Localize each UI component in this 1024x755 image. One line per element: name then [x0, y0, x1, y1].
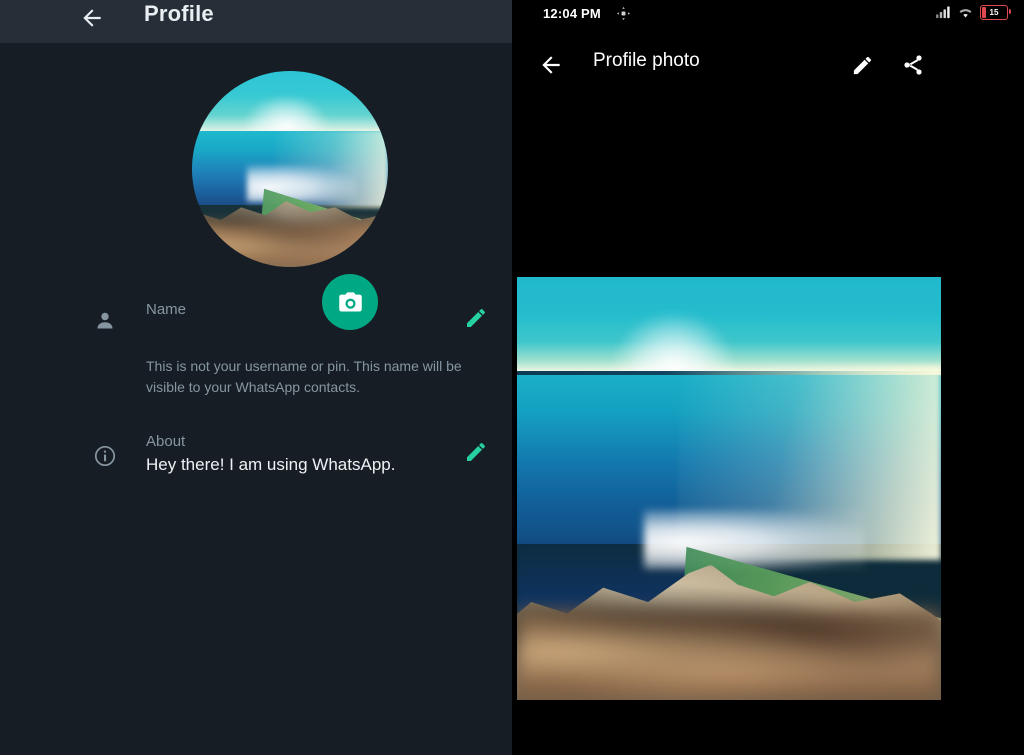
battery-fill — [982, 7, 986, 18]
status-time: 12:04 PM — [543, 6, 601, 21]
about-row[interactable]: About Hey there! I am using WhatsApp. — [0, 432, 512, 482]
photo-blurred-band — [517, 611, 941, 700]
pencil-icon — [467, 309, 485, 327]
arrow-left-icon — [542, 56, 560, 74]
share-photo-button[interactable] — [898, 50, 928, 80]
photo-cloud — [644, 509, 865, 569]
battery-level: 15 — [989, 7, 999, 17]
photo-appbar: Profile photo — [512, 42, 1024, 88]
person-icon-wrap — [88, 304, 122, 338]
share-icon — [904, 55, 922, 75]
about-label: About — [146, 433, 186, 450]
avatar-cloud — [246, 165, 357, 203]
profile-appbar: Profile — [0, 0, 512, 43]
cellular-signal-icon — [936, 6, 950, 19]
pencil-icon — [467, 443, 485, 461]
info-icon-wrap — [88, 439, 122, 473]
wifi-icon — [959, 9, 972, 18]
back-button[interactable] — [536, 50, 566, 80]
battery-low-icon: 15 — [980, 5, 1011, 20]
edit-name-button[interactable] — [464, 306, 490, 332]
back-button[interactable] — [78, 4, 106, 32]
name-help-text: This is not your username or pin. This n… — [146, 358, 462, 395]
avatar-container[interactable] — [192, 71, 388, 330]
page-title: Profile — [144, 1, 214, 26]
status-icons: 15 — [936, 5, 1011, 20]
name-row[interactable]: Name — [0, 300, 512, 340]
avatar[interactable] — [192, 71, 388, 267]
arrow-left-icon — [83, 9, 101, 27]
page-title: Profile photo — [593, 50, 700, 71]
person-icon — [97, 312, 113, 329]
edit-photo-button[interactable] — [847, 50, 877, 80]
pencil-icon — [853, 56, 871, 74]
name-label: Name — [146, 301, 187, 318]
about-value: Hey there! I am using WhatsApp. — [146, 455, 396, 474]
avatar-blurred-band — [192, 223, 388, 267]
info-circle-icon — [94, 445, 116, 467]
left-phone-panel: Profile Name This is not your username o… — [0, 0, 512, 755]
screenshot-root: Profile Name This is not your username o… — [0, 0, 1024, 755]
app-notification-icon — [617, 7, 630, 20]
right-phone-panel: 12:04 PM 15 Profile photo — [512, 0, 1024, 755]
status-bar: 12:04 PM 15 — [512, 0, 1024, 30]
profile-photo-full[interactable] — [517, 277, 941, 700]
edit-about-button[interactable] — [464, 440, 490, 466]
